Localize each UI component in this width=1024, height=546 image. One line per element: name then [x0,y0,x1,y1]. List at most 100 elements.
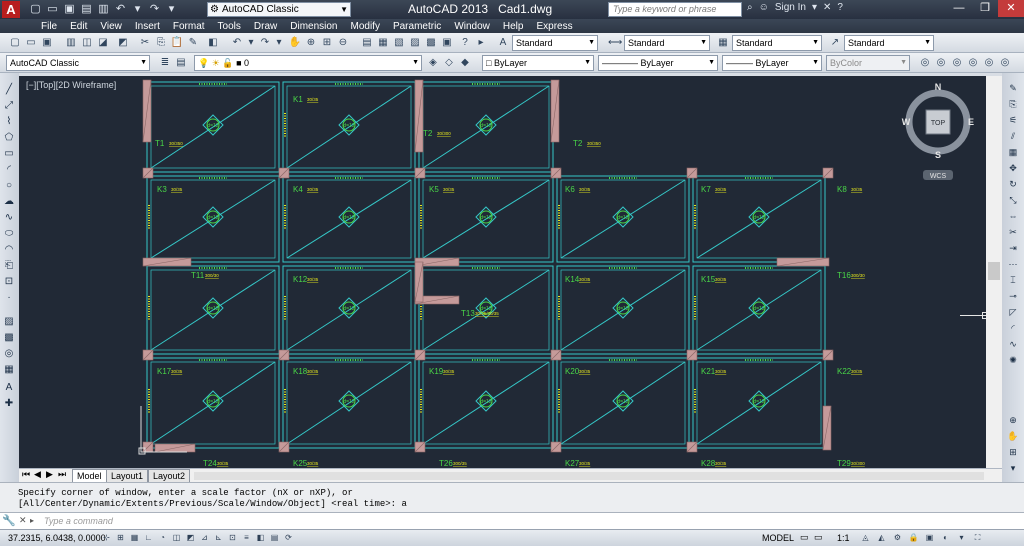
status-menu-icon[interactable]: ▾ [956,532,967,543]
layer-state-icon[interactable]: ▤ [174,56,188,70]
sheet-set-icon[interactable]: ▨ [408,36,422,50]
line-icon[interactable]: ╱ [2,83,16,97]
compass-west[interactable]: W [902,117,911,127]
break-at-point-icon[interactable]: ⋯ [1006,257,1020,271]
extend-icon[interactable]: ⇥ [1006,241,1020,255]
dim-style-dropdown[interactable]: Standard ▼ [624,35,710,51]
workspace-switching-icon[interactable]: ⚙ [892,532,903,543]
polyline-icon[interactable]: ⌇ [2,115,16,129]
rotate-icon[interactable]: ↻ [1006,177,1020,191]
pan-icon[interactable]: ✋ [288,36,302,50]
model-space-toggle[interactable]: MODEL [762,533,794,543]
text-style-dropdown[interactable]: Standard ▼ [512,35,598,51]
menu-dimension[interactable]: Dimension [290,21,350,32]
break-icon[interactable]: ⌶ [1006,273,1020,287]
polygon-icon[interactable]: ⬠ [2,131,16,145]
multiline-text-icon[interactable]: A [2,381,16,395]
viewport-controls[interactable]: [−][Top][2D Wireframe] [26,80,116,90]
spline-icon[interactable]: ∿ [2,211,16,225]
redo-dropdown-icon[interactable]: ▾ [272,36,286,50]
undo-icon[interactable]: ↶ [230,36,244,50]
mirror-icon[interactable]: ⚟ [1006,113,1020,127]
clean-screen-icon[interactable]: ⛶ [972,532,983,543]
redo-icon[interactable]: ↷ [258,36,272,50]
quick-view-drawings-icon[interactable]: ▭ [814,532,823,543]
scrollbar-thumb[interactable] [988,262,1000,280]
3d-dwf-icon[interactable]: ◩ [116,36,130,50]
tab-next-icon[interactable]: ▶ [46,469,53,480]
tab-layout1[interactable]: Layout1 [106,469,149,483]
grid-display-icon[interactable]: ▦ [129,532,140,543]
autoscale-icon[interactable]: ◭ [876,532,887,543]
application-menu-button[interactable]: A [2,1,20,18]
workspace-dropdown[interactable]: ⚙ AutoCAD Classic ▼ [207,2,351,17]
nav-icon[interactable]: ⊞ [1006,445,1020,459]
revision-cloud-icon[interactable]: ☁ [2,195,16,209]
plot-preview-icon[interactable]: ◫ [80,36,94,50]
ellipse-arc-icon[interactable]: ◠ [2,243,16,257]
close-button[interactable]: ✕ [998,0,1024,17]
point-icon[interactable]: · [2,291,16,305]
ellipse-icon[interactable]: ⬭ [2,227,16,241]
tab-last-icon[interactable]: ⏭ [58,469,66,480]
menu-view[interactable]: View [100,21,135,32]
fillet-icon[interactable]: ◜ [1006,321,1020,335]
zoom-icon[interactable]: ⊕ [1006,413,1020,427]
tab-layout2[interactable]: Layout2 [148,469,191,483]
new-icon[interactable]: ▢ [28,2,43,17]
plot-style-dropdown[interactable]: ByColor ▼ [826,55,910,71]
paste-icon[interactable]: 📋 [170,36,184,50]
rectangle-icon[interactable]: ▭ [2,147,16,161]
visual-style-icon[interactable]: ◎ [934,56,948,70]
construction-line-icon[interactable]: ⤢ [2,99,16,113]
vertical-scrollbar[interactable] [986,76,1002,468]
ortho-mode-icon[interactable]: ∟ [143,532,154,543]
tab-model[interactable]: Model [72,469,107,483]
layer-iso-icon[interactable]: ◆ [458,56,472,70]
search-icon[interactable]: ⌕ [747,2,753,13]
compass-south[interactable]: S [935,150,941,160]
viewcube[interactable]: TOP N S E W WCS [901,82,975,186]
copy-icon[interactable]: ⎘ [154,36,168,50]
menu-window[interactable]: Window [454,21,503,32]
selection-cycling-icon[interactable]: ⟳ [283,532,294,543]
nav-down-icon[interactable]: ▾ [1006,461,1020,475]
color-dropdown[interactable]: □ ByLayer ▼ [482,55,594,71]
annotation-scale[interactable]: 1:1 [837,533,850,543]
user-icon[interactable]: ☺ [759,2,769,13]
redo-icon[interactable]: ↷ [147,2,162,17]
search-input[interactable]: Type a keyword or phrase [608,2,742,17]
redo-dropdown-icon[interactable]: ▾ [164,2,179,17]
gradient-icon[interactable]: ▩ [2,331,16,345]
menu-tools[interactable]: Tools [218,21,254,32]
stretch-icon[interactable]: ⇔ [1006,209,1020,223]
help-icon[interactable]: ? [837,2,843,13]
polar-tracking-icon[interactable]: ◔ [157,532,168,543]
command-close-icon[interactable]: ✕ [19,515,27,526]
menu-file[interactable]: File [41,21,70,32]
render-icon[interactable]: ◎ [950,56,964,70]
lock-ui-icon[interactable]: 🔒 [908,532,919,543]
lights-icon[interactable]: ◎ [998,56,1012,70]
orbit-icon[interactable]: ◎ [966,56,980,70]
save-icon[interactable]: ▣ [62,2,77,17]
match-properties-icon[interactable]: ✎ [186,36,200,50]
markup-icon[interactable]: ▩ [424,36,438,50]
offset-icon[interactable]: ⫽ [1006,129,1020,143]
transparency-icon[interactable]: ◧ [255,532,266,543]
undo-icon[interactable]: ↶ [113,2,128,17]
menu-modify[interactable]: Modify [351,21,393,32]
cut-icon[interactable]: ✂ [138,36,152,50]
tab-first-icon[interactable]: ⏮ [22,469,30,480]
workspace-dropdown[interactable]: AutoCAD Classic ▼ [6,55,150,71]
zoom-previous-icon[interactable]: ⊖ [336,36,350,50]
explode-icon[interactable]: ✺ [1006,353,1020,367]
quick-properties-icon[interactable]: ▤ [269,532,280,543]
floor-plan[interactable]: d=12 d=12 d=12 d=12 d=12 d=12 d=12 d=12 d=12 d=12… [19,76,986,468]
menu-help[interactable]: Help [503,21,537,32]
menu-format[interactable]: Format [173,21,218,32]
array-icon[interactable]: ▦ [1006,145,1020,159]
plot-icon[interactable]: ▥ [64,36,78,50]
table-style-dropdown[interactable]: Standard ▼ [732,35,822,51]
tool-palettes-icon[interactable]: ▧ [392,36,406,50]
